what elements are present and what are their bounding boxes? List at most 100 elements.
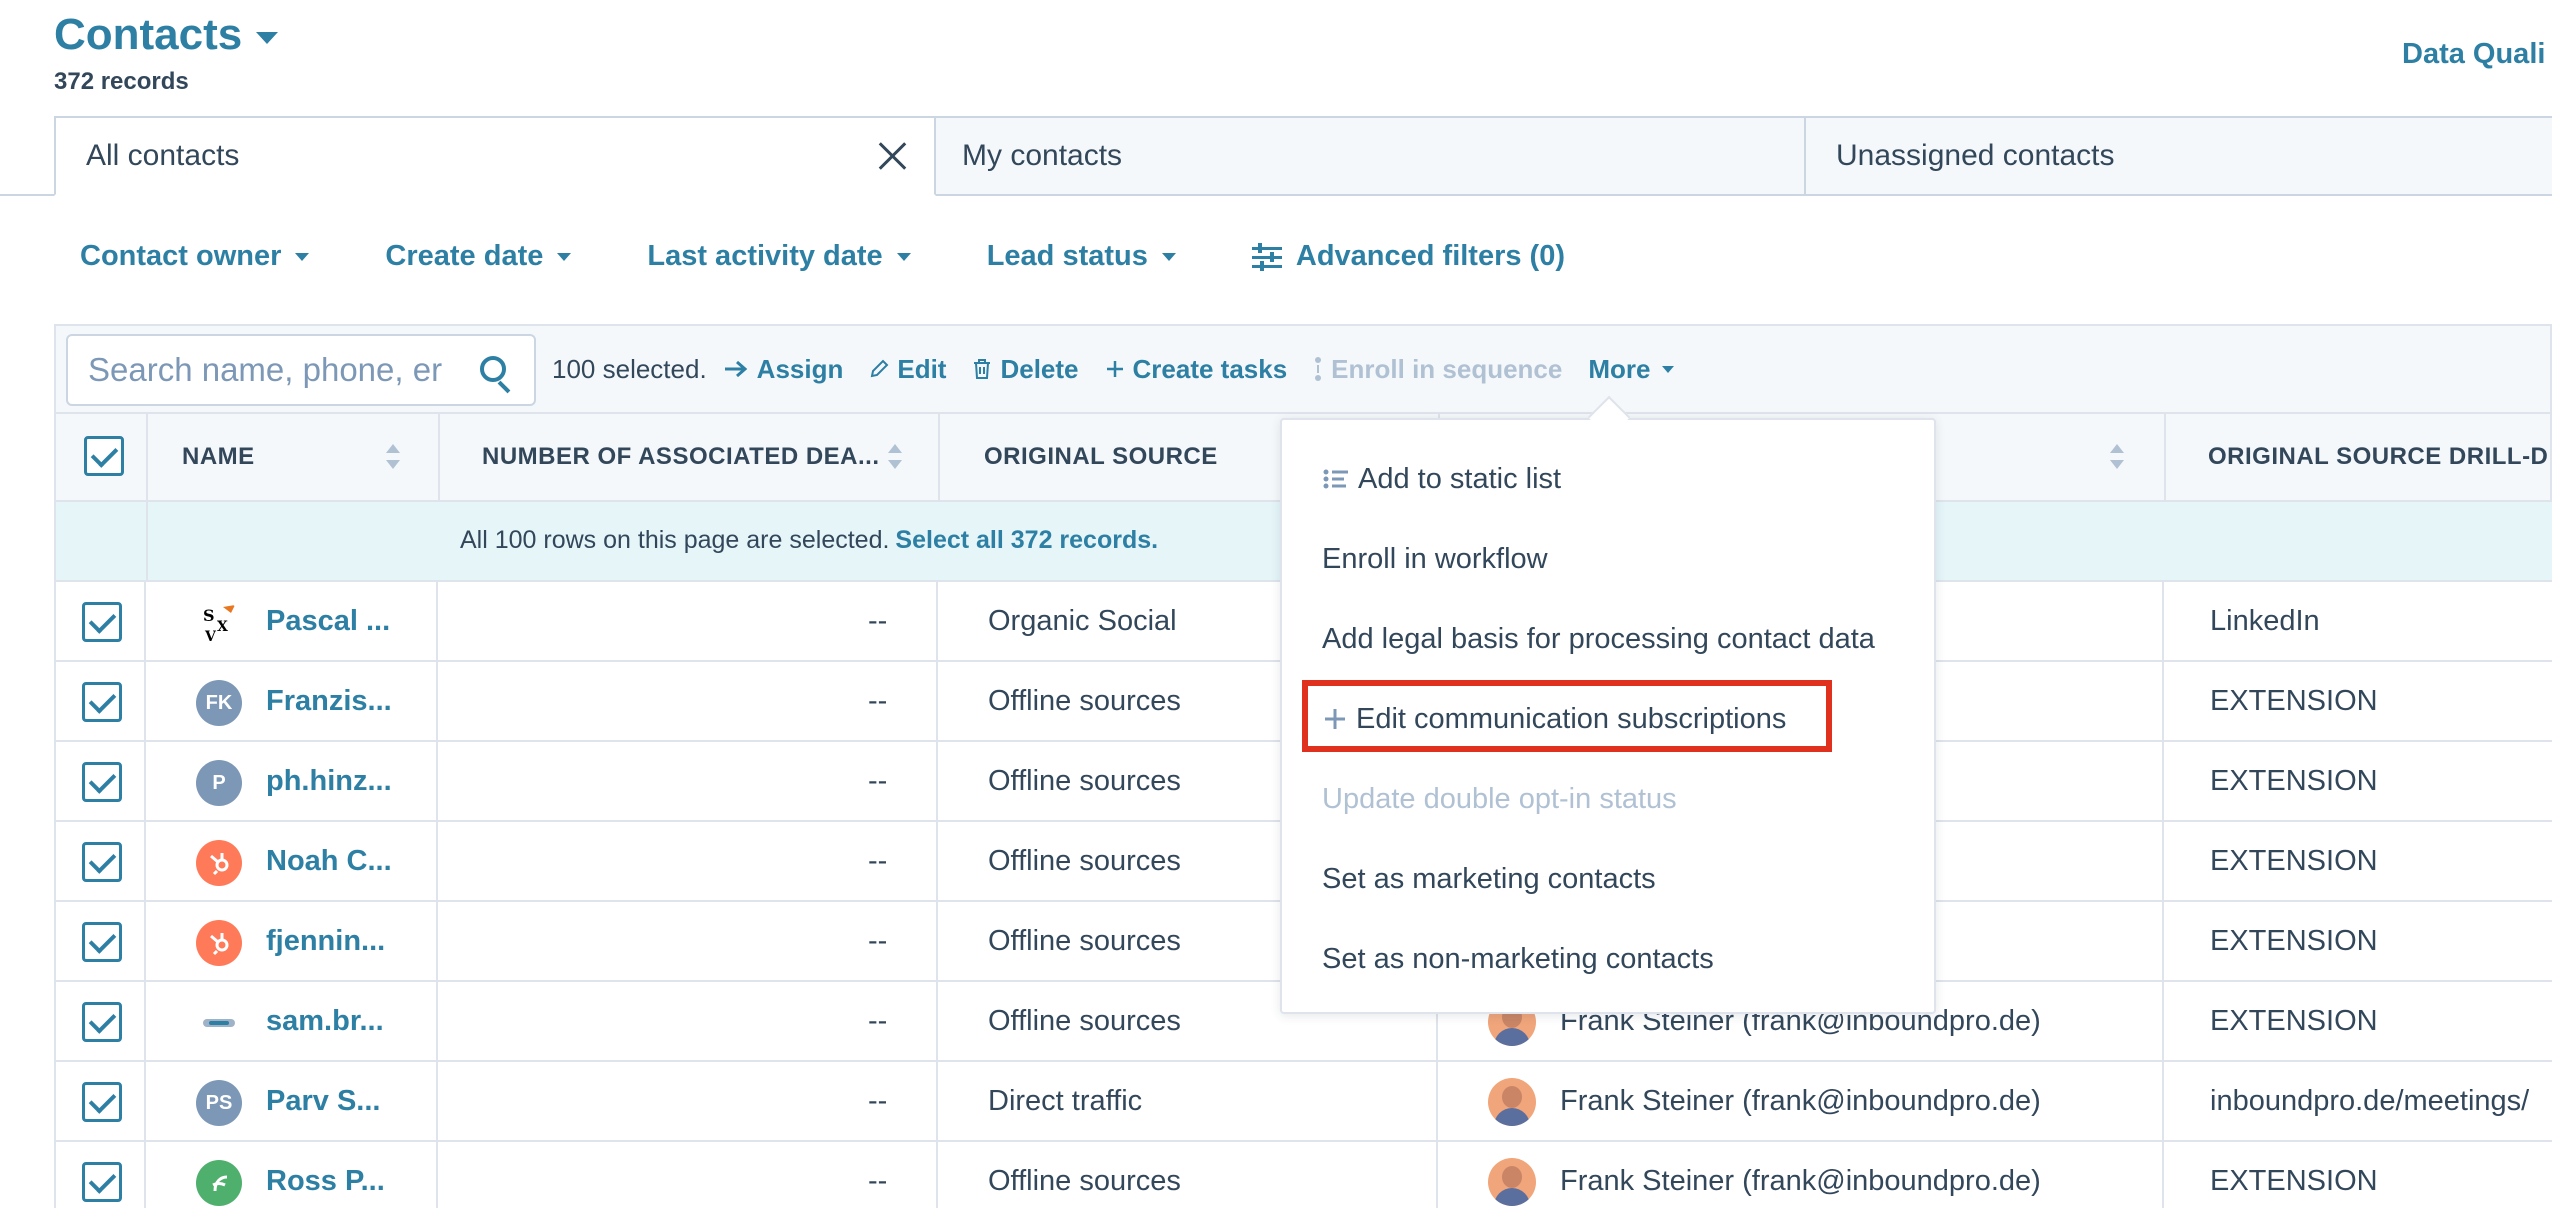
chevron-down-icon [1161,252,1176,261]
data-quality-link[interactable]: Data Quali [2402,38,2545,71]
filter-label: Last activity date [647,240,883,272]
logo-avatar [196,1000,242,1046]
column-header-name[interactable]: NAME [182,414,382,500]
contact-owner: Frank Steiner (frank@inboundpro.de) [1560,1084,2041,1117]
row-checkbox[interactable] [82,682,122,722]
menu-item-add-to-static-list[interactable]: Add to static list [1322,454,1561,504]
source-drill-down: EXTENSION [2210,1004,2378,1037]
column-divider [436,1062,438,1140]
column-divider [1436,1062,1438,1140]
table-row[interactable]: Ross P... -- Offline sources Frank Stein… [54,1142,2552,1208]
chevron-down-icon[interactable] [256,32,279,44]
column-divider [936,1142,938,1208]
contact-name-link[interactable]: Ross P... [266,1142,426,1208]
search-icon[interactable] [480,356,506,382]
close-icon[interactable] [876,140,908,172]
create-tasks-button[interactable]: Create tasks [1105,353,1288,385]
contact-name-link[interactable]: Noah C... [266,822,426,900]
row-checkbox[interactable] [82,1002,122,1042]
filter-lead-status[interactable]: Lead status [987,240,1176,273]
original-source: Offline sources [988,1164,1181,1197]
filter-create-date[interactable]: Create date [385,240,572,273]
list-icon [1323,469,1348,489]
deals-count: -- [868,844,888,877]
create-tasks-label: Create tasks [1132,353,1288,384]
initials-avatar: FK [196,680,242,726]
menu-item-label: Add legal basis for processing contact d… [1322,622,1875,655]
highlight-box [1302,680,1832,752]
source-drill-down: EXTENSION [2210,924,2378,957]
source-drill-down: EXTENSION [2210,844,2378,877]
row-checkbox[interactable] [82,922,122,962]
filter-label: Contact owner [80,240,282,272]
contact-name-link[interactable]: Pascal ... [266,582,426,660]
original-source: Offline sources [988,1004,1181,1037]
tab-my-contacts[interactable]: My contacts [930,116,1806,196]
view-selector[interactable]: Contacts [54,10,279,60]
column-divider [436,902,438,980]
contact-name-link[interactable]: ph.hinz... [266,742,426,820]
sort-icon[interactable] [888,444,902,472]
search-box[interactable] [66,334,536,406]
edit-button[interactable]: Edit [869,354,946,385]
chevron-down-icon [896,252,911,261]
delete-button[interactable]: Delete [972,353,1079,385]
contact-name-link[interactable]: Parv S... [266,1062,426,1140]
menu-item-label: Set as non-marketing contacts [1322,942,1714,975]
filter-contact-owner[interactable]: Contact owner [80,240,310,273]
column-divider [2162,1142,2164,1208]
assign-button[interactable]: Assign [723,354,843,385]
page-title[interactable]: Contacts [54,10,242,60]
contact-name-link[interactable]: Franzis... [266,662,426,740]
table-row[interactable]: PS Parv S... -- Direct traffic Frank Ste… [54,1062,2552,1142]
delete-label: Delete [1000,353,1079,384]
advanced-filters-button[interactable]: Advanced filters (0) [1251,240,1565,273]
menu-item-enroll-in-workflow[interactable]: Enroll in workflow [1322,534,1548,584]
tab-unassigned-contacts[interactable]: Unassigned contacts [1804,116,2552,196]
deals-count: -- [868,1164,888,1197]
tab-label: My contacts [962,139,1123,172]
page-header: Contacts 372 records [54,10,279,96]
row-checkbox[interactable] [82,1082,122,1122]
sort-icon[interactable] [386,444,400,472]
column-divider [144,982,146,1060]
search-input[interactable] [88,348,468,392]
deals-count: -- [868,764,888,797]
table-toolbar: 100 selected. Assign Edit Delete Create … [54,324,2552,414]
column-header-original-source[interactable]: ORIGINAL SOURCE [984,414,1264,500]
column-divider [2162,662,2164,740]
contact-name-link[interactable]: sam.br... [266,982,426,1060]
menu-item-update-double-opt-in[interactable]: Update double opt-in status [1322,774,1677,824]
menu-item-set-marketing[interactable]: Set as marketing contacts [1322,854,1656,904]
row-checkbox[interactable] [82,842,122,882]
enroll-label: Enroll in sequence [1331,353,1563,384]
column-divider [144,822,146,900]
filter-last-activity-date[interactable]: Last activity date [647,240,911,273]
sort-icon[interactable] [2110,444,2124,472]
more-dropdown[interactable]: More [1588,354,1675,385]
row-checkbox[interactable] [82,1162,122,1202]
column-divider [2162,582,2164,660]
edit-label: Edit [897,353,947,384]
enroll-in-sequence-button[interactable]: Enroll in sequence [1313,354,1562,385]
select-all-records-link[interactable]: Select all 372 records. [895,526,1158,554]
row-checkbox[interactable] [82,762,122,802]
chevron-down-icon [557,252,572,261]
column-header-drill-down[interactable]: ORIGINAL SOURCE DRILL-D [2208,414,2552,500]
sliders-icon [1251,242,1282,271]
menu-item-label: Update double opt-in status [1322,782,1677,815]
initials-avatar: PS [196,1080,242,1126]
menu-item-add-legal-basis[interactable]: Add legal basis for processing contact d… [1322,614,1875,664]
column-header-deals[interactable]: NUMBER OF ASSOCIATED DEA... [482,414,922,500]
tab-all-contacts[interactable]: All contacts [54,116,936,196]
menu-item-set-non-marketing[interactable]: Set as non-marketing contacts [1322,934,1714,984]
filter-label: Lead status [986,240,1148,272]
tab-label: Unassigned contacts [1836,139,2115,172]
menu-item-label: Set as marketing contacts [1322,862,1656,895]
column-divider [436,822,438,900]
contact-name-link[interactable]: fjennin... [266,902,426,980]
original-source: Offline sources [988,684,1181,717]
row-checkbox[interactable] [82,602,122,642]
arrow-right-icon [724,360,747,378]
select-all-checkbox[interactable] [84,436,124,476]
